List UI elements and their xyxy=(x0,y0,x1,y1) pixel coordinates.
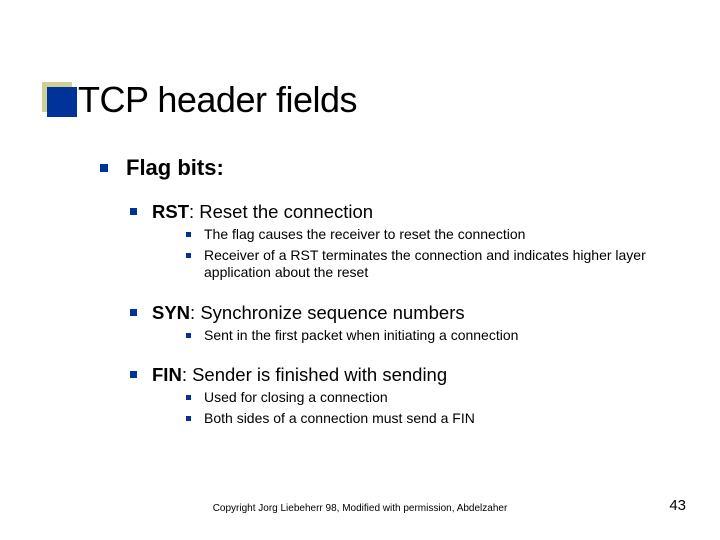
sub-text: Both sides of a connection must send a F… xyxy=(204,410,475,426)
bullet-icon xyxy=(130,371,137,378)
item-fin-sub-1: Both sides of a connection must send a F… xyxy=(186,410,680,428)
slide-title: TCP header fields xyxy=(78,79,357,121)
heading-text: Flag bits: xyxy=(126,155,224,180)
item-label: : Synchronize sequence numbers xyxy=(190,302,465,323)
item-fin: FIN: Sender is finished with sending xyxy=(130,364,680,386)
bullet-icon xyxy=(186,333,191,338)
bullet-icon xyxy=(130,208,137,215)
sub-text: The flag causes the receiver to reset th… xyxy=(204,226,525,242)
sub-text: Sent in the first packet when initiating… xyxy=(204,327,518,343)
bullet-icon xyxy=(186,253,191,258)
item-code: SYN xyxy=(152,302,190,323)
item-rst-sub-0: The flag causes the receiver to reset th… xyxy=(186,226,680,244)
item-syn-sub-0: Sent in the first packet when initiating… xyxy=(186,327,680,345)
bullet-icon xyxy=(100,164,108,172)
slide: TCP header fields Flag bits: RST: Reset … xyxy=(0,0,720,540)
title-accent-box xyxy=(47,87,77,117)
item-syn: SYN: Synchronize sequence numbers xyxy=(130,302,680,324)
item-fin-sub-0: Used for closing a connection xyxy=(186,389,680,407)
item-label: : Sender is finished with sending xyxy=(182,364,447,385)
sub-text: Used for closing a connection xyxy=(204,389,388,405)
body: Flag bits: RST: Reset the connection The… xyxy=(100,155,680,428)
item-code: FIN xyxy=(152,364,182,385)
heading-flag-bits: Flag bits: xyxy=(100,155,680,181)
bullet-icon xyxy=(186,232,191,237)
item-label: : Reset the connection xyxy=(189,201,373,222)
page-number: 43 xyxy=(669,497,686,514)
copyright-text: Copyright Jorg Liebeherr 98, Modified wi… xyxy=(0,503,720,514)
bullet-icon xyxy=(186,395,191,400)
bullet-icon xyxy=(130,309,137,316)
bullet-icon xyxy=(186,416,191,421)
item-rst-sub-1: Receiver of a RST terminates the connect… xyxy=(186,247,680,282)
sub-text: Receiver of a RST terminates the connect… xyxy=(204,247,646,281)
item-rst: RST: Reset the connection xyxy=(130,201,680,223)
item-code: RST xyxy=(152,201,189,222)
